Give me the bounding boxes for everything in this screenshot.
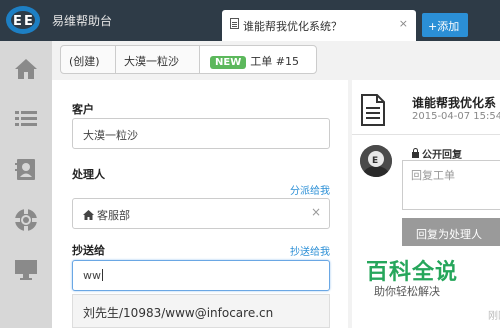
monitor-icon	[15, 260, 37, 280]
cc-input-value: ww	[83, 269, 101, 282]
ticket-number: 工单 #15	[250, 55, 299, 68]
reply-mode-tabs[interactable]: 公开回复	[412, 146, 462, 161]
list-icon	[15, 111, 37, 126]
breadcrumb-customer[interactable]: 大漠一粒沙	[115, 45, 200, 74]
cc-to-me-link[interactable]: 抄送给我	[290, 243, 330, 258]
assignee-field[interactable]: 客服部 ×	[72, 198, 330, 229]
ticket-detail: 谁能帮我优化系 2015-04-07 15:54 E 公开回复 回复工单 回复为…	[352, 80, 500, 328]
help-icon	[15, 209, 37, 231]
ticket-date: 2015-04-07 15:54	[412, 111, 500, 122]
text-caret	[102, 269, 103, 281]
svg-text:E: E	[24, 14, 33, 29]
detail-separator	[352, 134, 500, 135]
tab-ticket[interactable]: 谁能帮我优化系统？ ×	[222, 10, 416, 41]
add-tab-button[interactable]: +添加	[422, 13, 468, 37]
home-icon	[15, 59, 37, 79]
close-icon[interactable]: ×	[399, 18, 408, 30]
clear-icon[interactable]: ×	[311, 205, 321, 219]
ticket-form: 客户 大漠一粒沙 处理人 分派给我 客服部 × 抄送给 抄送给我 ww 刘先生/…	[52, 80, 348, 328]
sidebar	[0, 41, 52, 328]
svg-text:E: E	[372, 156, 378, 166]
tab-label: 谁能帮我优化系统？	[243, 20, 342, 33]
assign-to-me-link[interactable]: 分派给我	[290, 182, 330, 197]
sidebar-item-monitor[interactable]	[0, 245, 52, 295]
avatar: E	[360, 145, 392, 177]
ticket-document-icon	[361, 94, 385, 126]
home-icon	[83, 210, 94, 220]
autocomplete-option[interactable]: 刘先生/10983/www@infocare.cn	[72, 294, 330, 328]
cc-label: 抄送给	[72, 244, 105, 257]
assignee-value: 客服部	[97, 209, 130, 222]
sidebar-item-home[interactable]	[0, 45, 52, 95]
breadcrumb-status[interactable]: (创建)	[60, 45, 116, 74]
top-bar: E E 易维帮助台 谁能帮我优化系统？ × +添加	[0, 0, 500, 41]
ticket-title: 谁能帮我优化系	[412, 96, 497, 110]
sidebar-item-contacts[interactable]	[0, 145, 52, 195]
svg-text:E: E	[13, 14, 22, 29]
breadcrumb: (创建) 大漠一粒沙 NEW 工单 #15	[52, 41, 500, 78]
watermark-title: 百科全说	[366, 260, 459, 285]
logo: E E	[4, 3, 42, 37]
contacts-icon	[15, 159, 35, 180]
customer-field[interactable]: 大漠一粒沙	[72, 118, 330, 149]
customer-label: 客户	[72, 103, 94, 116]
cc-input[interactable]: ww	[72, 260, 330, 291]
reply-as-assignee-button[interactable]: 回复为处理人	[402, 218, 500, 246]
breadcrumb-ticket[interactable]: NEW 工单 #15	[199, 45, 317, 74]
watermark-subtitle: 助你轻松解决	[374, 285, 440, 298]
faint-text: 刚刚	[488, 311, 500, 322]
lock-icon	[412, 148, 419, 158]
app-title: 易维帮助台	[52, 14, 113, 28]
assignee-label: 处理人	[72, 168, 105, 181]
document-icon	[230, 18, 239, 29]
sidebar-item-help[interactable]	[0, 195, 52, 245]
new-badge: NEW	[210, 56, 247, 69]
reply-textarea[interactable]: 回复工单	[402, 160, 500, 210]
sidebar-item-list[interactable]	[0, 95, 52, 145]
